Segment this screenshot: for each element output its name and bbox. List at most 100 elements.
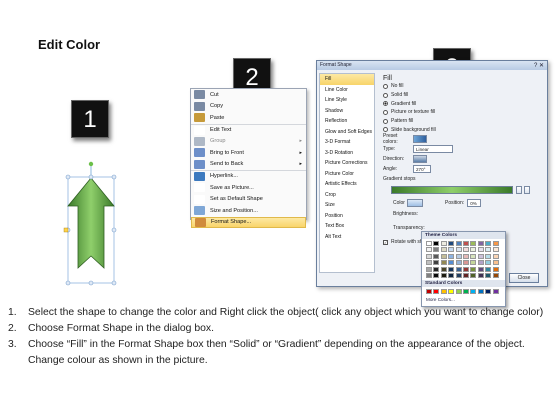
dialog-category-item[interactable]: Reflection: [320, 116, 374, 127]
context-menu-item[interactable]: Bring to Front ▸: [191, 147, 306, 159]
color-swatch[interactable]: [492, 272, 499, 278]
context-menu-item[interactable]: Group ▸: [191, 135, 306, 147]
color-swatch[interactable]: [477, 288, 484, 294]
gradient-stops-bar[interactable]: [391, 186, 513, 195]
color-swatch[interactable]: [470, 260, 477, 266]
fill-option-radio[interactable]: [383, 83, 388, 89]
color-swatch[interactable]: [470, 241, 477, 246]
color-swatch[interactable]: [470, 253, 477, 259]
dialog-category-item[interactable]: Crop: [320, 190, 374, 201]
color-swatch[interactable]: [440, 272, 447, 278]
color-swatch[interactable]: [448, 260, 455, 266]
color-swatch[interactable]: [485, 266, 492, 272]
dialog-category-item[interactable]: Picture Color: [320, 169, 374, 180]
dialog-close-icon[interactable]: ? ✕: [534, 62, 544, 71]
color-swatch[interactable]: [448, 241, 455, 246]
color-swatch[interactable]: [433, 288, 440, 294]
color-swatch[interactable]: [440, 266, 447, 272]
fill-option-radio[interactable]: [383, 109, 388, 115]
fill-option[interactable]: No fill: [379, 82, 545, 91]
dialog-category-item[interactable]: 3-D Rotation: [320, 148, 374, 159]
color-swatch[interactable]: [426, 253, 432, 259]
dialog-category-item[interactable]: Text Box: [320, 221, 374, 232]
context-menu-item[interactable]: Send to Back ▸: [191, 159, 306, 171]
context-menu-item[interactable]: Cut: [191, 89, 306, 101]
color-swatch[interactable]: [485, 288, 492, 294]
color-swatch[interactable]: [440, 260, 447, 266]
color-swatch[interactable]: [492, 247, 499, 253]
context-menu-item[interactable]: Set as Default Shape: [191, 193, 306, 205]
color-swatch[interactable]: [455, 260, 462, 266]
color-swatch[interactable]: [433, 272, 440, 278]
color-swatch[interactable]: [433, 253, 440, 259]
color-swatch[interactable]: [440, 241, 447, 246]
color-swatch[interactable]: [433, 247, 440, 253]
dialog-category-item[interactable]: Line Style: [320, 95, 374, 106]
context-menu-item[interactable]: Paste: [191, 112, 306, 124]
color-swatch[interactable]: [426, 266, 432, 272]
dialog-category-item[interactable]: Picture Corrections: [320, 158, 374, 169]
color-swatch[interactable]: [470, 247, 477, 253]
color-swatch[interactable]: [426, 260, 432, 266]
dialog-category-item[interactable]: Shadow: [320, 106, 374, 117]
color-swatch[interactable]: [455, 253, 462, 259]
color-swatch[interactable]: [492, 266, 499, 272]
color-picker-button[interactable]: [407, 198, 423, 207]
color-swatch[interactable]: [462, 253, 469, 259]
context-menu-item[interactable]: Copy: [191, 101, 306, 113]
dialog-category-item[interactable]: Alt Text: [320, 232, 374, 243]
dialog-category-item[interactable]: Position: [320, 211, 374, 222]
color-swatch[interactable]: [485, 241, 492, 246]
angle-input[interactable]: 270°: [413, 165, 431, 174]
color-swatch[interactable]: [470, 288, 477, 294]
color-swatch[interactable]: [470, 266, 477, 272]
color-swatch[interactable]: [440, 253, 447, 259]
fill-option-radio[interactable]: [383, 101, 388, 107]
dialog-category-item[interactable]: 3-D Format: [320, 137, 374, 148]
fill-option-radio[interactable]: [383, 92, 388, 98]
color-swatch[interactable]: [485, 260, 492, 266]
fill-option[interactable]: Gradient fill: [379, 99, 545, 108]
fill-option[interactable]: Pattern fill: [379, 117, 545, 126]
preset-colors-button[interactable]: [413, 135, 427, 144]
color-swatch[interactable]: [492, 241, 499, 246]
context-menu-item[interactable]: Hyperlink...: [191, 170, 306, 182]
color-swatch[interactable]: [455, 266, 462, 272]
position-input[interactable]: 0%: [467, 198, 482, 207]
more-colors-item[interactable]: More Colors...: [422, 296, 505, 303]
color-swatch[interactable]: [477, 253, 484, 259]
color-swatch[interactable]: [433, 241, 440, 246]
dialog-category-item[interactable]: Fill: [320, 74, 374, 85]
color-swatch[interactable]: [448, 272, 455, 278]
color-swatch[interactable]: [426, 241, 432, 246]
color-swatch[interactable]: [470, 272, 477, 278]
color-swatch[interactable]: [485, 247, 492, 253]
context-menu-item[interactable]: Format Shape...: [191, 216, 306, 229]
rotation-handle[interactable]: [88, 161, 94, 167]
color-swatch[interactable]: [448, 253, 455, 259]
rotate-checkbox[interactable]: ✓: [383, 239, 388, 245]
color-swatch[interactable]: [448, 266, 455, 272]
color-swatch[interactable]: [433, 260, 440, 266]
dialog-category-item[interactable]: Line Color: [320, 85, 374, 96]
dialog-category-item[interactable]: Size: [320, 200, 374, 211]
direction-button[interactable]: [413, 155, 427, 164]
color-swatch[interactable]: [477, 266, 484, 272]
color-swatch[interactable]: [485, 272, 492, 278]
remove-stop-icon[interactable]: [524, 186, 530, 195]
color-swatch[interactable]: [477, 241, 484, 246]
color-swatch[interactable]: [433, 266, 440, 272]
color-swatch[interactable]: [462, 272, 469, 278]
fill-option-radio[interactable]: [383, 118, 388, 124]
color-swatch[interactable]: [426, 247, 432, 253]
add-stop-icon[interactable]: [516, 186, 522, 195]
color-swatch[interactable]: [426, 288, 432, 294]
selected-arrow-shape[interactable]: [62, 160, 120, 292]
color-swatch[interactable]: [455, 241, 462, 246]
color-swatch[interactable]: [462, 288, 469, 294]
fill-option[interactable]: Picture or texture fill: [379, 108, 545, 117]
color-swatch[interactable]: [455, 247, 462, 253]
color-swatch[interactable]: [485, 253, 492, 259]
color-swatch[interactable]: [455, 272, 462, 278]
color-swatch[interactable]: [462, 260, 469, 266]
